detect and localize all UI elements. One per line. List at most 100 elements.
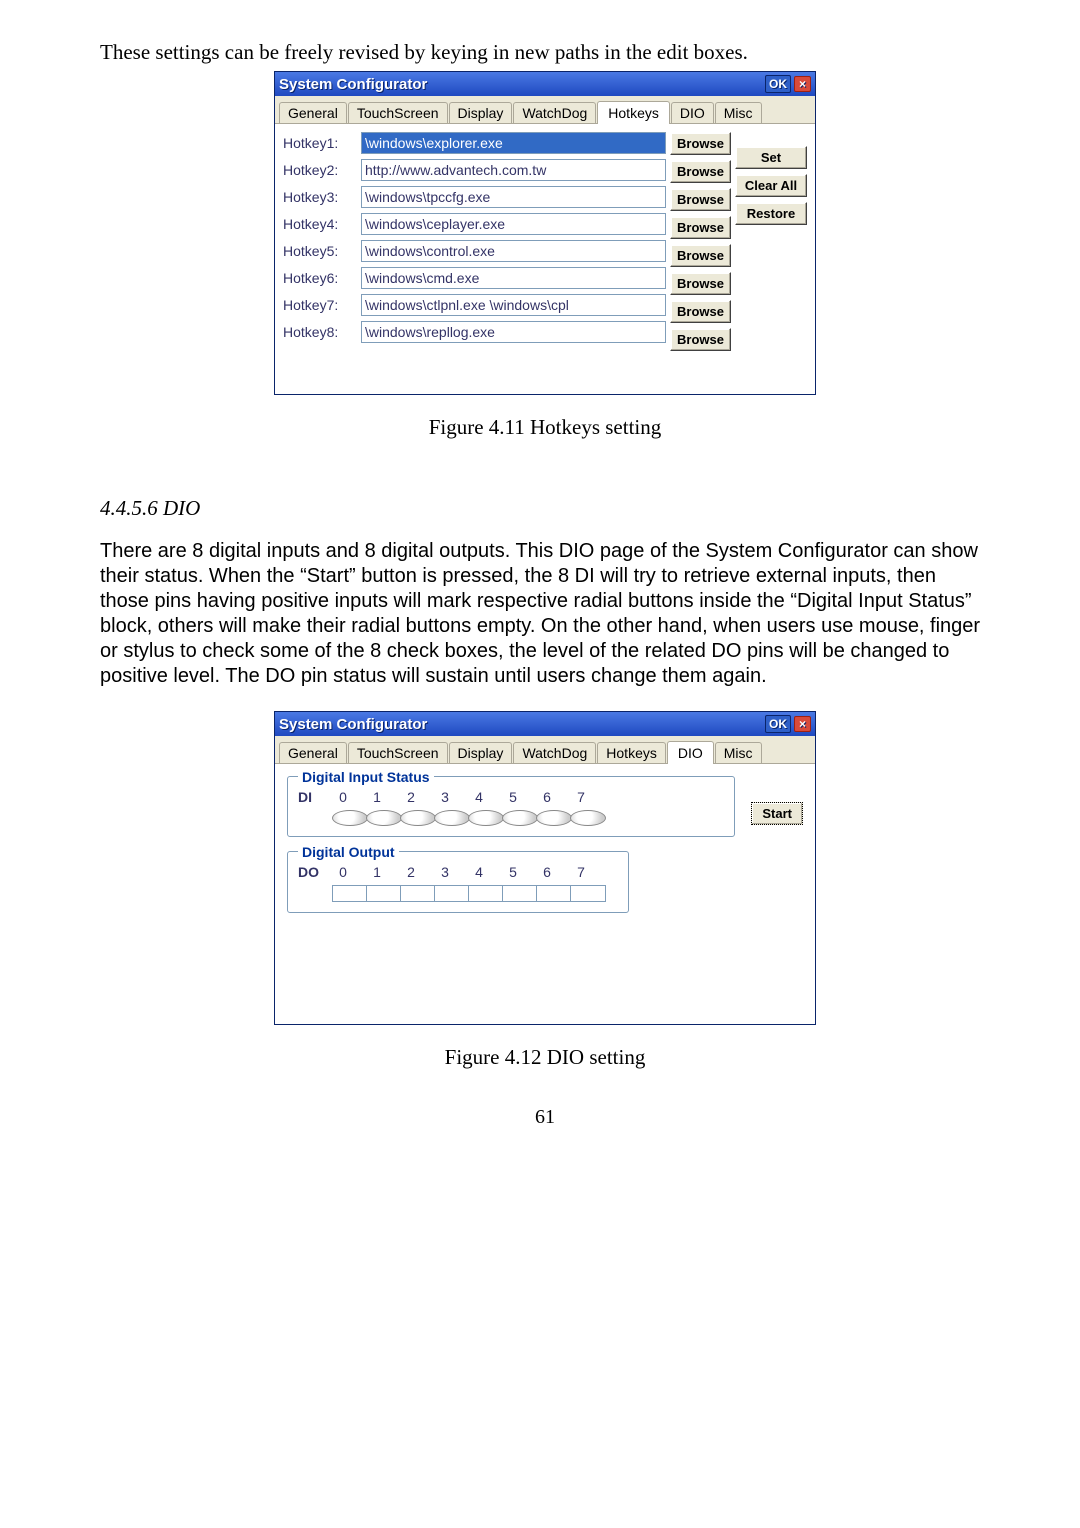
hotkey-label-4: Hotkey4: xyxy=(283,216,361,232)
hotkey-input-8[interactable] xyxy=(361,321,666,343)
do-idx-4: 4 xyxy=(462,864,496,880)
browse-button-3[interactable]: Browse xyxy=(670,188,731,211)
close-button[interactable]: × xyxy=(794,76,811,92)
di-radio-1 xyxy=(366,810,402,826)
hotkey-label-8: Hotkey8: xyxy=(283,324,361,340)
do-check-1[interactable] xyxy=(366,885,402,902)
close-button-2[interactable]: × xyxy=(794,716,811,732)
do-label: DO xyxy=(298,864,326,880)
tab-watchdog-2[interactable]: WatchDog xyxy=(513,742,596,763)
window-title: System Configurator xyxy=(279,76,765,93)
tab-general[interactable]: General xyxy=(279,102,347,123)
set-button[interactable]: Set xyxy=(735,146,807,169)
do-idx-3: 3 xyxy=(428,864,462,880)
restore-button[interactable]: Restore xyxy=(735,202,807,225)
hotkey-input-7[interactable] xyxy=(361,294,666,316)
tab-touchscreen[interactable]: TouchScreen xyxy=(348,102,448,123)
system-configurator-window-hotkeys: System Configurator OK × General TouchSc… xyxy=(274,71,816,395)
window-title-2: System Configurator xyxy=(279,716,765,733)
titlebar-2: System Configurator OK × xyxy=(275,712,815,736)
hotkey-input-4[interactable] xyxy=(361,213,666,235)
hotkey-label-6: Hotkey6: xyxy=(283,270,361,286)
hotkey-input-1[interactable] xyxy=(361,132,666,154)
hotkey-label-2: Hotkey2: xyxy=(283,162,361,178)
figure-caption-1: Figure 4.11 Hotkeys setting xyxy=(100,415,990,440)
di-radio-4 xyxy=(468,810,504,826)
do-legend: Digital Output xyxy=(298,844,399,860)
do-idx-7: 7 xyxy=(564,864,598,880)
di-radio-6 xyxy=(536,810,572,826)
start-button[interactable]: Start xyxy=(751,802,803,825)
browse-button-2[interactable]: Browse xyxy=(670,160,731,183)
hotkeys-pane: Hotkey1: Hotkey2: Hotkey3: Hotkey4: Hotkey5:… xyxy=(275,124,815,394)
tab-touchscreen-2[interactable]: TouchScreen xyxy=(348,742,448,763)
di-idx-2: 2 xyxy=(394,789,428,805)
di-legend: Digital Input Status xyxy=(298,769,434,785)
do-check-0[interactable] xyxy=(332,885,368,902)
tabs-row: General TouchScreen Display WatchDog Hot… xyxy=(275,96,815,124)
ok-button-2[interactable]: OK xyxy=(765,715,791,733)
tab-dio-2[interactable]: DIO xyxy=(667,741,714,764)
hotkey-input-5[interactable] xyxy=(361,240,666,262)
titlebar: System Configurator OK × xyxy=(275,72,815,96)
tab-general-2[interactable]: General xyxy=(279,742,347,763)
di-idx-1: 1 xyxy=(360,789,394,805)
hotkey-label-3: Hotkey3: xyxy=(283,189,361,205)
tab-watchdog[interactable]: WatchDog xyxy=(513,102,596,123)
ok-button[interactable]: OK xyxy=(765,75,791,93)
clear-all-button[interactable]: Clear All xyxy=(735,174,807,197)
di-label: DI xyxy=(298,789,326,805)
do-check-6[interactable] xyxy=(536,885,572,902)
browse-button-5[interactable]: Browse xyxy=(670,244,731,267)
browse-button-8[interactable]: Browse xyxy=(670,328,731,351)
do-check-2[interactable] xyxy=(400,885,436,902)
do-check-7[interactable] xyxy=(570,885,606,902)
do-check-4[interactable] xyxy=(468,885,504,902)
tab-misc-2[interactable]: Misc xyxy=(715,742,762,763)
do-idx-0: 0 xyxy=(326,864,360,880)
dio-pane: Digital Input Status DI 0 1 2 3 4 5 6 7 xyxy=(275,764,815,1024)
do-idx-1: 1 xyxy=(360,864,394,880)
intro-text: These settings can be freely revised by … xyxy=(100,40,990,65)
di-idx-7: 7 xyxy=(564,789,598,805)
di-idx-0: 0 xyxy=(326,789,360,805)
do-check-5[interactable] xyxy=(502,885,538,902)
digital-output-fieldset: Digital Output DO 0 1 2 3 4 5 6 7 xyxy=(287,851,629,913)
hotkey-label-7: Hotkey7: xyxy=(283,297,361,313)
dio-paragraph: There are 8 digital inputs and 8 digital… xyxy=(100,539,990,689)
browse-button-4[interactable]: Browse xyxy=(670,216,731,239)
hotkey-label-1: Hotkey1: xyxy=(283,135,361,151)
di-idx-3: 3 xyxy=(428,789,462,805)
di-radio-3 xyxy=(434,810,470,826)
browse-button-7[interactable]: Browse xyxy=(670,300,731,323)
system-configurator-window-dio: System Configurator OK × General TouchSc… xyxy=(274,711,816,1025)
figure-caption-2: Figure 4.12 DIO setting xyxy=(100,1045,990,1070)
tabs-row-2: General TouchScreen Display WatchDog Hot… xyxy=(275,736,815,764)
hotkey-input-6[interactable] xyxy=(361,267,666,289)
tab-hotkeys[interactable]: Hotkeys xyxy=(597,101,670,124)
di-idx-6: 6 xyxy=(530,789,564,805)
tab-dio[interactable]: DIO xyxy=(671,102,714,123)
di-radio-5 xyxy=(502,810,538,826)
do-idx-6: 6 xyxy=(530,864,564,880)
di-radio-7 xyxy=(570,810,606,826)
hotkey-input-3[interactable] xyxy=(361,186,666,208)
di-idx-5: 5 xyxy=(496,789,530,805)
di-idx-4: 4 xyxy=(462,789,496,805)
tab-misc[interactable]: Misc xyxy=(715,102,762,123)
di-radio-0 xyxy=(332,810,368,826)
section-heading: 4.4.5.6 DIO xyxy=(100,496,990,521)
hotkey-input-2[interactable] xyxy=(361,159,666,181)
di-radio-2 xyxy=(400,810,436,826)
browse-button-1[interactable]: Browse xyxy=(670,132,731,155)
digital-input-fieldset: Digital Input Status DI 0 1 2 3 4 5 6 7 xyxy=(287,776,735,837)
do-idx-5: 5 xyxy=(496,864,530,880)
tab-display-2[interactable]: Display xyxy=(449,742,513,763)
do-check-3[interactable] xyxy=(434,885,470,902)
hotkey-label-5: Hotkey5: xyxy=(283,243,361,259)
page-number: 61 xyxy=(100,1106,990,1129)
tab-display[interactable]: Display xyxy=(449,102,513,123)
do-idx-2: 2 xyxy=(394,864,428,880)
tab-hotkeys-2[interactable]: Hotkeys xyxy=(597,742,666,763)
browse-button-6[interactable]: Browse xyxy=(670,272,731,295)
